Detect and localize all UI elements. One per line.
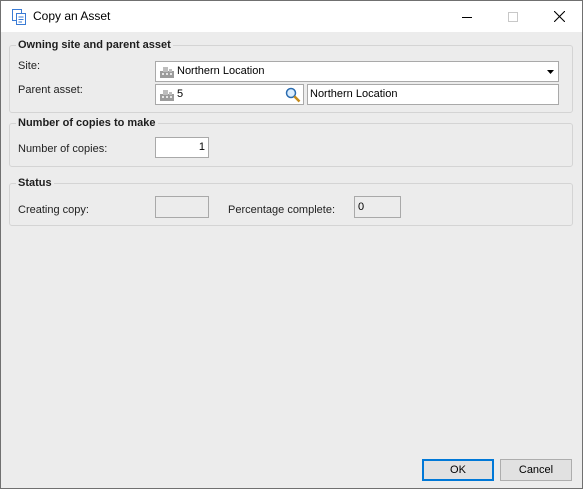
- parent-asset-label: Parent asset:: [18, 84, 83, 96]
- owning-site-group-title: Owning site and parent asset: [16, 39, 173, 51]
- site-label: Site:: [18, 60, 41, 72]
- copies-stepper[interactable]: 1: [155, 137, 209, 158]
- percentage-label: Percentage complete:: [228, 204, 336, 216]
- site-dropdown[interactable]: Northern Location: [155, 61, 559, 82]
- status-group-title: Status: [16, 177, 54, 189]
- building-icon: [159, 88, 175, 102]
- copy-documents-icon: [10, 8, 28, 26]
- owning-site-group: Owning site and parent asset Site: North…: [9, 39, 573, 113]
- building-icon: [159, 65, 175, 79]
- minimize-icon: [462, 16, 472, 18]
- copies-group: Number of copies to make Number of copie…: [9, 117, 573, 167]
- close-button[interactable]: [536, 1, 582, 32]
- magnifier-icon[interactable]: [285, 87, 301, 106]
- title-bar: Copy an Asset: [1, 1, 582, 32]
- site-value: Northern Location: [177, 65, 265, 77]
- parent-asset-description-text: Northern Location: [310, 88, 398, 100]
- chevron-down-icon[interactable]: [543, 62, 558, 81]
- copies-label: Number of copies:: [18, 143, 108, 155]
- parent-asset-field[interactable]: 5: [155, 84, 304, 105]
- maximize-icon: [508, 11, 518, 22]
- percentage-value: 0: [358, 201, 365, 213]
- copies-group-title: Number of copies to make: [16, 117, 158, 129]
- creating-copy-box: [155, 196, 209, 218]
- parent-asset-description[interactable]: Northern Location: [307, 84, 559, 105]
- status-group: Status Creating copy: Percentage complet…: [9, 177, 573, 226]
- minimize-button[interactable]: [444, 1, 490, 32]
- close-icon: [553, 11, 565, 22]
- window-title: Copy an Asset: [33, 9, 111, 23]
- parent-asset-value: 5: [177, 88, 184, 100]
- cancel-button[interactable]: Cancel: [500, 459, 572, 481]
- copy-asset-dialog: Copy an Asset Owning site and parent ass…: [0, 0, 583, 489]
- ok-button[interactable]: OK: [422, 459, 494, 481]
- percentage-box: 0: [354, 196, 401, 218]
- copies-value: 1: [198, 141, 205, 153]
- maximize-button[interactable]: [490, 1, 536, 32]
- creating-copy-label: Creating copy:: [18, 204, 89, 216]
